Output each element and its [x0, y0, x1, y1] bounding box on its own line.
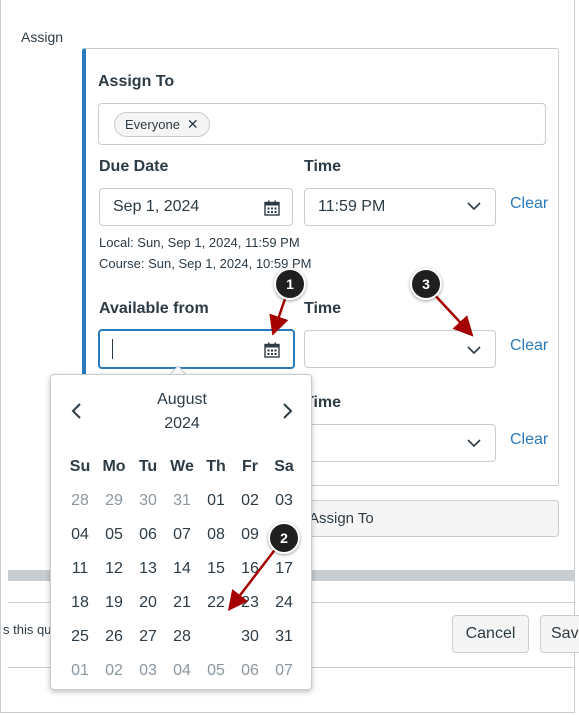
arrow-2: [227, 546, 278, 611]
arrow-3: [431, 291, 474, 337]
callout-badge-1: 1: [274, 268, 306, 300]
modal-frame: Assign Assign To Everyone ✕ Due Date Time…: [0, 0, 579, 715]
callout-badge-3: 3: [410, 268, 442, 300]
callout-badge-2: 2: [268, 522, 300, 554]
annotation-arrows: [227, 291, 474, 611]
